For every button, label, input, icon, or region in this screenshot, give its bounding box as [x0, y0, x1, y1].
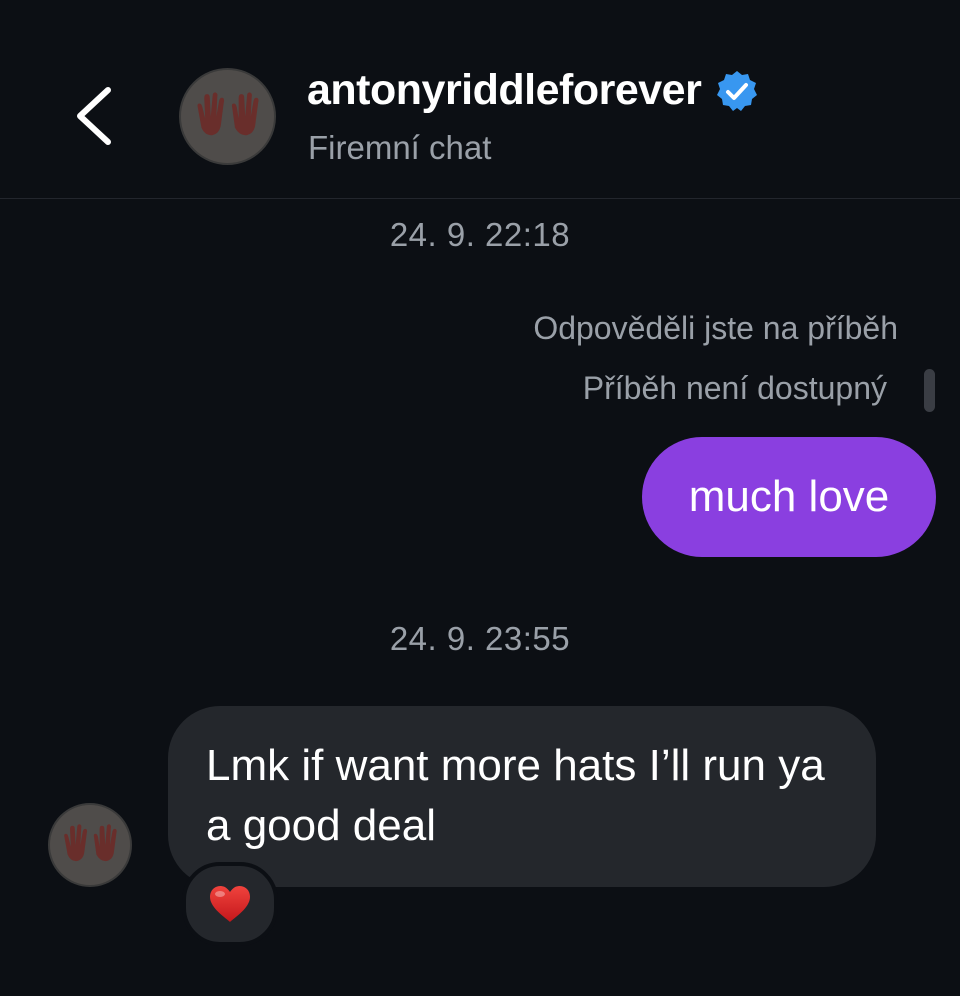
avatar-image: [50, 805, 130, 885]
story-unavailable-label: Příběh není dostupný: [582, 370, 887, 406]
sender-avatar[interactable]: [48, 803, 132, 887]
avatar-image: [181, 70, 274, 163]
chevron-left-icon: [77, 87, 111, 145]
back-button[interactable]: [62, 78, 126, 154]
story-reply-indicator: [924, 369, 935, 412]
avatar[interactable]: [179, 68, 276, 165]
message-timestamp: 24. 9. 23:55: [389, 620, 571, 657]
chat-type-label: Firemní chat: [308, 129, 492, 166]
verified-badge-icon: [717, 70, 758, 111]
message-timestamp: 24. 9. 22:18: [389, 216, 571, 253]
message-reaction[interactable]: [182, 862, 278, 946]
username: antonyriddleforever: [307, 66, 702, 114]
username-link[interactable]: antonyriddleforever: [307, 66, 759, 115]
red-heart-icon: [210, 886, 250, 922]
incoming-message-bubble[interactable]: Lmk if want more hats I’ll run ya a good…: [168, 706, 876, 887]
story-reply-note: Odpověděli jste na příběh: [533, 310, 898, 346]
outgoing-message-bubble[interactable]: much love: [642, 437, 936, 557]
chat-header: antonyriddleforever Firemní chat: [0, 0, 960, 199]
